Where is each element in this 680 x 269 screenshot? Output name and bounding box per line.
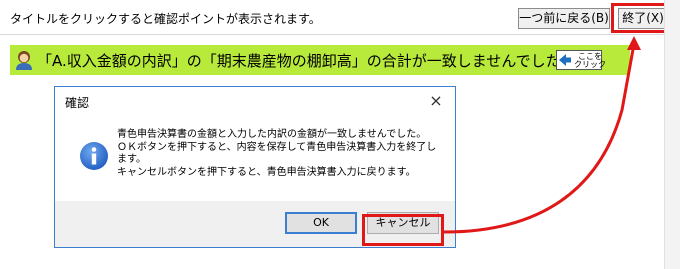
- exit-highlight-box: [611, 3, 672, 33]
- dialog-titlebar: 確認 ×: [55, 87, 455, 115]
- click-here-label: ここを クリック: [574, 52, 606, 69]
- dialog-message-line: ＯＫボタンを押下すると、内容を保存して青色申告決算書入力を終了し: [117, 141, 437, 153]
- person-icon: [16, 51, 32, 70]
- ok-button[interactable]: OK: [285, 212, 357, 234]
- close-icon[interactable]: ×: [425, 90, 447, 112]
- dialog-message: 青色申告決算書の金額と入力した内訳の金額が一致しませんでした。 ＯＫボタンを押下…: [117, 129, 447, 179]
- toolbar-divider: [0, 34, 664, 35]
- click-here-button[interactable]: ここを クリック: [556, 50, 606, 70]
- back-button[interactable]: 一つ前に戻る(B): [518, 8, 610, 29]
- message-text: 「A.収入金額の内訳」の「期末農産物の棚卸高」の合計が一致しませんでした。: [37, 52, 576, 70]
- dialog-message-line: 青色申告決算書の金額と入力した内訳の金額が一致しませんでした。: [117, 129, 427, 140]
- hint-text: タイトルをクリックすると確認ポイントが表示されます。: [10, 12, 321, 26]
- dialog-message-line: キャンセルボタンを押下すると、青色申告決算書入力に戻ります。: [117, 166, 416, 178]
- vertical-scrollbar[interactable]: [664, 0, 680, 269]
- top-toolbar: タイトルをクリックすると確認ポイントが表示されます。 一つ前に戻る(B) 終了(…: [0, 0, 668, 34]
- dialog-title: 確認: [65, 96, 90, 110]
- arrow-left-icon: [559, 54, 571, 66]
- info-icon: [80, 142, 108, 170]
- dialog-body: 青色申告決算書の金額と入力した内訳の金額が一致しませんでした。 ＯＫボタンを押下…: [55, 115, 455, 201]
- cancel-highlight-box: [362, 214, 444, 246]
- dialog-message-line: ます。: [117, 154, 146, 165]
